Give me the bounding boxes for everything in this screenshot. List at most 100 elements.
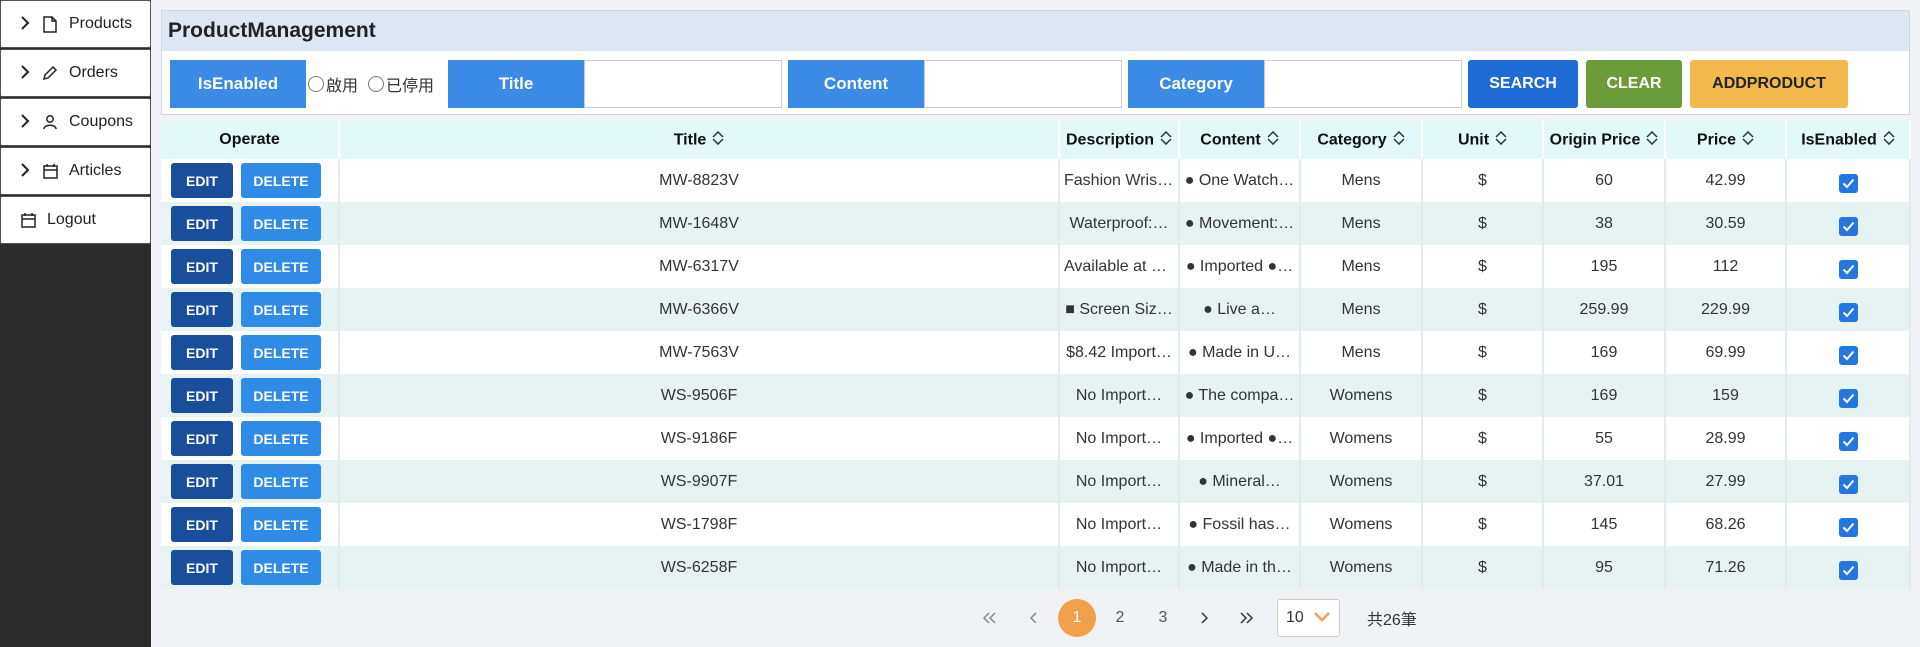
enabled-checkbox[interactable] bbox=[1838, 389, 1858, 408]
price-cell: 229.99 bbox=[1665, 288, 1787, 331]
delete-button[interactable]: DELETE bbox=[241, 464, 321, 499]
radio-circle[interactable] bbox=[308, 76, 324, 92]
sort-icon[interactable] bbox=[1267, 130, 1279, 150]
edit-button[interactable]: EDIT bbox=[171, 335, 233, 370]
description-cell: Available at a… bbox=[1059, 245, 1180, 288]
origin-price-cell: 195 bbox=[1543, 245, 1666, 288]
edit-button[interactable]: EDIT bbox=[171, 249, 233, 284]
delete-button[interactable]: DELETE bbox=[241, 292, 321, 327]
page-size-select[interactable]: 10 bbox=[1277, 599, 1340, 637]
prev-page-button[interactable] bbox=[1021, 599, 1047, 637]
sidebar-item-orders[interactable]: Orders bbox=[0, 49, 151, 97]
category-cell: Mens bbox=[1300, 331, 1423, 374]
calendar-icon bbox=[19, 211, 37, 229]
delete-button[interactable]: DELETE bbox=[241, 335, 321, 370]
radio-enabled[interactable]: 啟用 bbox=[308, 72, 358, 96]
operate-cell: EDIT DELETE bbox=[161, 374, 340, 417]
title-input[interactable] bbox=[584, 60, 783, 108]
sidebar-item-products[interactable]: Products bbox=[0, 0, 151, 48]
search-button[interactable]: SEARCH bbox=[1468, 60, 1579, 108]
sort-icon[interactable] bbox=[712, 130, 724, 150]
edit-button[interactable]: EDIT bbox=[171, 378, 233, 413]
sidebar-item-articles[interactable]: Articles bbox=[0, 147, 151, 195]
column-header-isenabled[interactable]: IsEnabled bbox=[1786, 121, 1911, 159]
category-cell: Mens bbox=[1300, 202, 1423, 245]
delete-button[interactable]: DELETE bbox=[241, 507, 321, 542]
isenabled-cell bbox=[1786, 503, 1911, 546]
column-header-price[interactable]: Price bbox=[1665, 121, 1787, 159]
column-header-title[interactable]: Title bbox=[339, 121, 1060, 159]
add-product-button[interactable]: ADDPRODUCT bbox=[1690, 60, 1849, 108]
edit-button[interactable]: EDIT bbox=[171, 206, 233, 241]
table-row: EDIT DELETE WS-1798F No Import… ● Fossil has… bbox=[161, 503, 1911, 546]
delete-button[interactable]: DELETE bbox=[241, 249, 321, 284]
radio-disabled[interactable]: 已停用 bbox=[368, 72, 434, 96]
edit-button[interactable]: EDIT bbox=[171, 464, 233, 499]
isenabled-cell bbox=[1786, 417, 1911, 460]
enabled-checkbox[interactable] bbox=[1838, 561, 1858, 580]
edit-button[interactable]: EDIT bbox=[171, 421, 233, 456]
sort-icon[interactable] bbox=[1393, 130, 1405, 150]
edit-button[interactable]: EDIT bbox=[171, 292, 233, 327]
sidebar-item-logout[interactable]: Logout bbox=[0, 196, 151, 244]
delete-button[interactable]: DELETE bbox=[241, 163, 321, 198]
sort-icon[interactable] bbox=[1742, 130, 1754, 150]
next-page-button[interactable] bbox=[1191, 599, 1217, 637]
sort-icon[interactable] bbox=[1495, 130, 1507, 150]
sidebar-item-coupons[interactable]: Coupons bbox=[0, 98, 151, 146]
edit-button[interactable]: EDIT bbox=[171, 163, 233, 198]
radio-circle[interactable] bbox=[368, 76, 385, 92]
first-page-button[interactable] bbox=[977, 599, 1003, 637]
content-input[interactable] bbox=[924, 60, 1123, 108]
column-header-description[interactable]: Description bbox=[1059, 121, 1180, 159]
content-cell: ● Movement:… bbox=[1179, 202, 1301, 245]
category-input[interactable] bbox=[1264, 60, 1463, 108]
operate-cell: EDIT DELETE bbox=[161, 202, 340, 245]
description-cell: No Import… bbox=[1059, 460, 1180, 503]
origin-price-cell: 60 bbox=[1543, 159, 1666, 202]
delete-button[interactable]: DELETE bbox=[241, 206, 321, 241]
delete-button[interactable]: DELETE bbox=[241, 421, 321, 456]
enabled-checkbox[interactable] bbox=[1838, 303, 1858, 322]
enabled-checkbox[interactable] bbox=[1838, 518, 1858, 537]
operate-cell: EDIT DELETE bbox=[161, 288, 340, 331]
unit-cell: $ bbox=[1422, 159, 1544, 202]
page-button-2[interactable]: 2 bbox=[1101, 599, 1139, 637]
title-cell: MW-6317V bbox=[339, 245, 1060, 288]
sort-icon[interactable] bbox=[1160, 130, 1172, 150]
column-header-content[interactable]: Content bbox=[1179, 121, 1301, 159]
last-page-button[interactable] bbox=[1233, 599, 1259, 637]
origin-price-cell: 38 bbox=[1543, 202, 1666, 245]
category-label: Category bbox=[1128, 60, 1265, 108]
column-header-origin-price[interactable]: Origin Price bbox=[1543, 121, 1666, 159]
column-header-category[interactable]: Category bbox=[1300, 121, 1423, 159]
title-label: Title bbox=[448, 60, 585, 108]
description-cell: No Import… bbox=[1059, 417, 1180, 460]
delete-button[interactable]: DELETE bbox=[241, 378, 321, 413]
sort-icon[interactable] bbox=[1883, 130, 1895, 150]
sort-icon[interactable] bbox=[1646, 130, 1658, 150]
category-cell: Womens bbox=[1300, 503, 1423, 546]
column-header-unit[interactable]: Unit bbox=[1422, 121, 1544, 159]
enabled-checkbox[interactable] bbox=[1838, 260, 1858, 279]
enabled-checkbox[interactable] bbox=[1838, 346, 1858, 365]
enabled-checkbox[interactable] bbox=[1838, 174, 1858, 193]
enabled-checkbox[interactable] bbox=[1838, 475, 1858, 494]
isenabled-cell bbox=[1786, 245, 1911, 288]
description-cell: ■ Screen Siz… bbox=[1059, 288, 1180, 331]
delete-button[interactable]: DELETE bbox=[241, 550, 321, 585]
title-cell: MW-1648V bbox=[339, 202, 1060, 245]
enabled-checkbox[interactable] bbox=[1838, 432, 1858, 451]
user-icon bbox=[41, 113, 59, 131]
sidebar-item-label: Products bbox=[69, 15, 133, 32]
filter-panel: ProductManagement IsEnabled 啟用 已停用 Title… bbox=[161, 10, 1910, 115]
product-table: Operate Title Description Content Catego… bbox=[161, 121, 1911, 589]
unit-cell: $ bbox=[1422, 245, 1544, 288]
edit-button[interactable]: EDIT bbox=[171, 507, 233, 542]
enabled-checkbox[interactable] bbox=[1838, 217, 1858, 236]
clear-button[interactable]: CLEAR bbox=[1586, 60, 1683, 108]
page-button-3[interactable]: 3 bbox=[1144, 599, 1182, 637]
radio-disabled-label: 已停用 bbox=[386, 78, 435, 95]
page-button-1[interactable]: 1 bbox=[1058, 599, 1096, 637]
edit-button[interactable]: EDIT bbox=[171, 550, 233, 585]
